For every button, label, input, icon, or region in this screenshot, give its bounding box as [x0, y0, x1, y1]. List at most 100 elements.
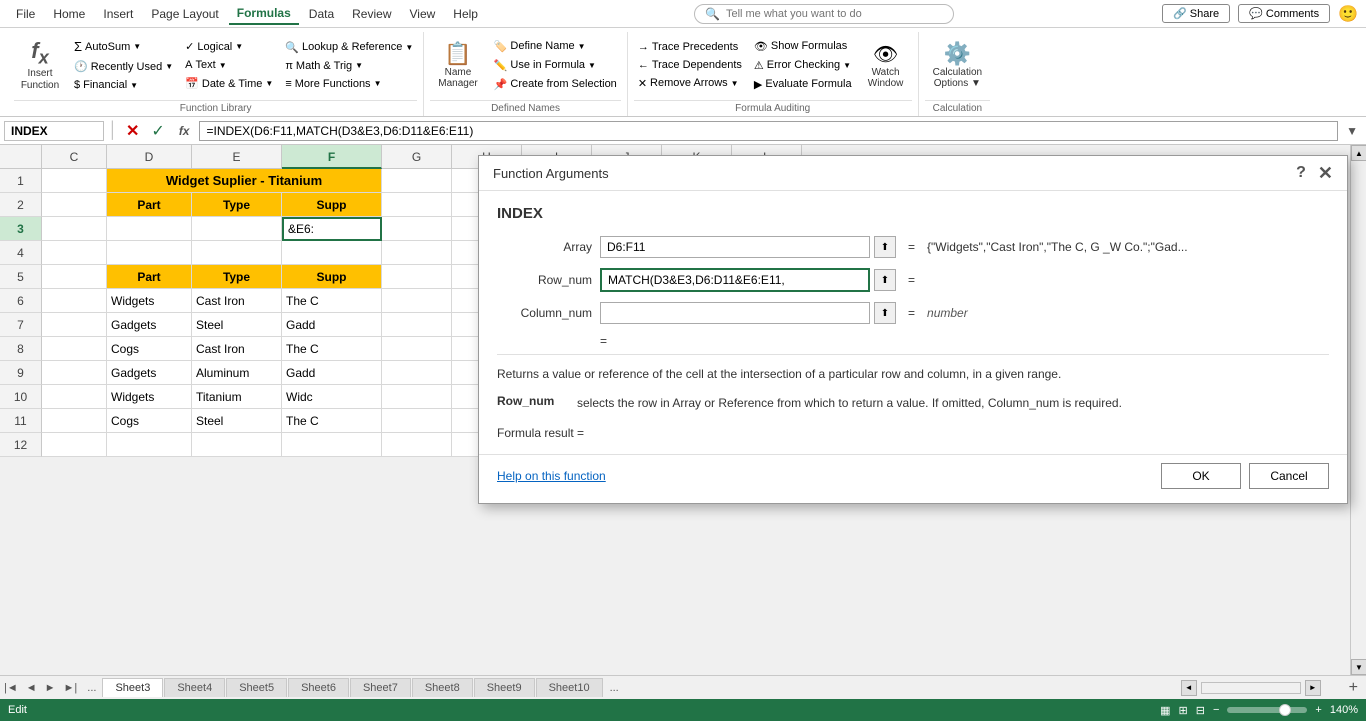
- sheet-tab-more-right[interactable]: ...: [604, 682, 625, 694]
- dialog-help-button[interactable]: ?: [1296, 164, 1306, 182]
- autosum-button[interactable]: Σ AutoSum ▼: [70, 37, 177, 56]
- recently-used-button[interactable]: 🕐 Recently Used ▼: [70, 58, 177, 75]
- cell-e8[interactable]: Cast Iron: [192, 337, 282, 361]
- cell-d5[interactable]: Part: [107, 265, 192, 289]
- formula-input[interactable]: [199, 121, 1338, 141]
- menu-view[interactable]: View: [402, 4, 444, 24]
- cell-e9[interactable]: Aluminum: [192, 361, 282, 385]
- cell-c7[interactable]: [42, 313, 107, 337]
- confirm-button[interactable]: ✓: [147, 121, 168, 141]
- sheet-tab-sheet10[interactable]: Sheet10: [536, 678, 603, 697]
- expand-formula-bar-button[interactable]: ▼: [1342, 124, 1362, 138]
- cell-f4[interactable]: [282, 241, 382, 265]
- cell-f6[interactable]: The C: [282, 289, 382, 313]
- cell-d10[interactable]: Widgets: [107, 385, 192, 409]
- zoom-out-button[interactable]: −: [1213, 704, 1219, 716]
- cell-e11[interactable]: Steel: [192, 409, 282, 433]
- add-sheet-button[interactable]: +: [1341, 679, 1366, 697]
- use-in-formula-button[interactable]: ✏️ Use in Formula ▼: [490, 57, 621, 74]
- error-checking-button[interactable]: ⚠ Error Checking ▼: [750, 57, 856, 74]
- cell-d3[interactable]: [107, 217, 192, 241]
- row-header-9[interactable]: 9: [0, 361, 42, 385]
- menu-review[interactable]: Review: [344, 4, 399, 24]
- row-header-12[interactable]: 12: [0, 433, 42, 457]
- cell-g3[interactable]: [382, 217, 452, 241]
- cell-d4[interactable]: [107, 241, 192, 265]
- row-num-ref-button[interactable]: ⬆: [874, 269, 896, 291]
- cell-g5[interactable]: [382, 265, 452, 289]
- sheet-tab-sheet5[interactable]: Sheet5: [226, 678, 287, 697]
- dialog-help-link[interactable]: Help on this function: [497, 469, 606, 483]
- cell-c11[interactable]: [42, 409, 107, 433]
- calculation-options-button[interactable]: ⚙️ CalculationOptions ▼: [925, 37, 990, 93]
- cell-e7[interactable]: Steel: [192, 313, 282, 337]
- cell-f9[interactable]: Gadd: [282, 361, 382, 385]
- cell-e2[interactable]: Type: [192, 193, 282, 217]
- cell-d9[interactable]: Gadgets: [107, 361, 192, 385]
- cell-c6[interactable]: [42, 289, 107, 313]
- menu-page-layout[interactable]: Page Layout: [143, 4, 226, 24]
- column-num-input[interactable]: [600, 302, 870, 324]
- sheet-tab-sheet9[interactable]: Sheet9: [474, 678, 535, 697]
- scroll-left-button[interactable]: ◄: [1181, 680, 1197, 696]
- create-from-selection-button[interactable]: 📌 Create from Selection: [490, 76, 621, 93]
- comments-button[interactable]: 💬 Comments: [1238, 4, 1330, 23]
- sheet-nav-left[interactable]: ◄: [22, 682, 41, 694]
- row-header-6[interactable]: 6: [0, 289, 42, 313]
- remove-arrows-button[interactable]: ✕ Remove Arrows ▼: [634, 75, 746, 92]
- cell-f10[interactable]: Widc: [282, 385, 382, 409]
- cell-g8[interactable]: [382, 337, 452, 361]
- watch-window-button[interactable]: 👁 WatchWindow: [860, 38, 912, 93]
- col-header-c[interactable]: C: [42, 145, 107, 169]
- cell-c3[interactable]: [42, 217, 107, 241]
- menu-help[interactable]: Help: [445, 4, 486, 24]
- trace-precedents-button[interactable]: → Trace Precedents: [634, 39, 746, 55]
- logical-button[interactable]: ✓ Logical ▼: [181, 38, 277, 55]
- cell-e3[interactable]: [192, 217, 282, 241]
- cell-d8[interactable]: Cogs: [107, 337, 192, 361]
- row-header-8[interactable]: 8: [0, 337, 42, 361]
- cancel-button[interactable]: ✕: [122, 121, 143, 141]
- row-header-11[interactable]: 11: [0, 409, 42, 433]
- array-ref-button[interactable]: ⬆: [874, 236, 896, 258]
- row-header-1[interactable]: 1: [0, 169, 42, 193]
- cell-e10[interactable]: Titanium: [192, 385, 282, 409]
- evaluate-formula-button[interactable]: ▶ Evaluate Formula: [750, 76, 856, 93]
- col-header-d[interactable]: D: [107, 145, 192, 169]
- name-manager-button[interactable]: 📋 NameManager: [430, 37, 485, 93]
- cell-g6[interactable]: [382, 289, 452, 313]
- cell-g9[interactable]: [382, 361, 452, 385]
- row-header-5[interactable]: 5: [0, 265, 42, 289]
- cell-d6[interactable]: Widgets: [107, 289, 192, 313]
- column-num-ref-button[interactable]: ⬆: [874, 302, 896, 324]
- sheet-nav-left-left[interactable]: |◄: [0, 682, 22, 694]
- zoom-in-button[interactable]: +: [1315, 704, 1321, 716]
- cell-g11[interactable]: [382, 409, 452, 433]
- cell-e5[interactable]: Type: [192, 265, 282, 289]
- cell-f5[interactable]: Supp: [282, 265, 382, 289]
- cell-c2[interactable]: [42, 193, 107, 217]
- row-header-3[interactable]: 3: [0, 217, 42, 241]
- cell-f12[interactable]: [282, 433, 382, 457]
- sheet-tab-more-left[interactable]: ...: [81, 682, 102, 694]
- cell-e12[interactable]: [192, 433, 282, 457]
- cell-c12[interactable]: [42, 433, 107, 457]
- cell-f11[interactable]: The C: [282, 409, 382, 433]
- row-header-4[interactable]: 4: [0, 241, 42, 265]
- cell-d12[interactable]: [107, 433, 192, 457]
- scroll-up-button[interactable]: ▲: [1351, 145, 1366, 161]
- insert-function-button[interactable]: fx InsertFunction: [14, 34, 66, 96]
- menu-formulas[interactable]: Formulas: [229, 3, 299, 25]
- cell-d11[interactable]: Cogs: [107, 409, 192, 433]
- normal-view-icon[interactable]: ▦: [1160, 704, 1170, 717]
- cell-e6[interactable]: Cast Iron: [192, 289, 282, 313]
- col-header-g[interactable]: G: [382, 145, 452, 169]
- define-name-button[interactable]: 🏷️ Define Name ▼: [490, 38, 621, 55]
- array-input[interactable]: [600, 236, 870, 258]
- cell-g12[interactable]: [382, 433, 452, 457]
- sheet-tab-sheet4[interactable]: Sheet4: [164, 678, 225, 697]
- menu-home[interactable]: Home: [45, 4, 93, 24]
- financial-button[interactable]: $ Financial ▼: [70, 77, 177, 93]
- page-break-view-icon[interactable]: ⊟: [1196, 704, 1205, 717]
- sheet-tab-sheet3[interactable]: Sheet3: [102, 678, 163, 697]
